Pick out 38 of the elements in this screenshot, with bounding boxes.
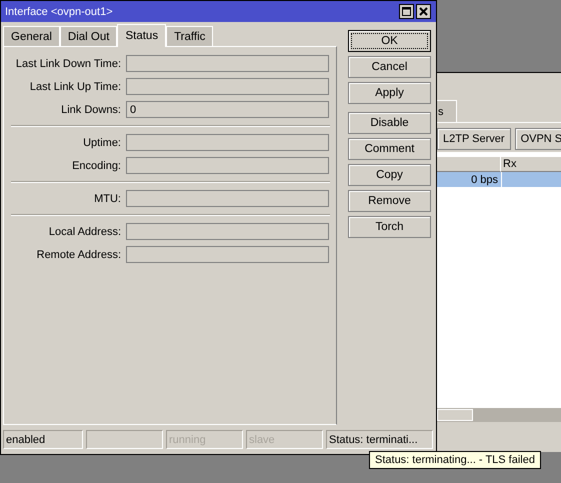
input-field[interactable]: [126, 190, 329, 208]
status-cell: Status: terminati...: [326, 430, 433, 450]
status-cell: enabled: [3, 430, 83, 450]
scrollbar[interactable]: [437, 408, 561, 422]
field-label: Encoding:: [71, 160, 122, 172]
tab[interactable]: Dial Out: [60, 26, 118, 46]
field-label: MTU:: [93, 192, 122, 205]
window-title: Interface <ovpn-out1>: [5, 6, 113, 18]
dialog-button[interactable]: OK: [348, 30, 431, 52]
dialog-button[interactable]: Torch: [348, 216, 431, 238]
input-field[interactable]: [126, 134, 329, 152]
input-field[interactable]: [126, 246, 329, 264]
input-field[interactable]: 0: [126, 101, 329, 118]
field-label: Link Downs:: [60, 104, 122, 116]
dialog-button[interactable]: Cancel: [348, 56, 431, 78]
toolbar-button[interactable]: L2TP Server: [437, 128, 511, 150]
field-label: Last Link Up Time:: [28, 80, 122, 93]
field-label: Remote Address:: [36, 248, 122, 261]
input-field[interactable]: [126, 223, 329, 240]
dialog-button[interactable]: Remove: [348, 190, 431, 212]
tab[interactable]: s: [437, 100, 457, 122]
input-field[interactable]: [126, 157, 329, 174]
input-field[interactable]: [126, 55, 329, 72]
dialog-button[interactable]: Apply: [348, 82, 431, 104]
tab[interactable]: General: [3, 26, 60, 46]
field-label: Last Link Down Time:: [14, 58, 122, 70]
maximize-icon[interactable]: [399, 4, 414, 20]
field-label: Local Address:: [48, 226, 122, 238]
dialog-button[interactable]: Disable: [348, 112, 431, 134]
tooltip: Status: terminating... - TLS failed: [369, 451, 541, 469]
tab[interactable]: Status: [117, 24, 166, 48]
field-label: Uptime:: [82, 136, 122, 149]
input-field[interactable]: [126, 78, 329, 96]
dialog-button[interactable]: Copy: [348, 164, 431, 186]
table-row[interactable]: 0 bps: [437, 172, 561, 187]
dialog-button[interactable]: Comment: [348, 138, 431, 160]
tab[interactable]: Traffic: [166, 26, 214, 46]
close-icon[interactable]: [416, 4, 431, 20]
